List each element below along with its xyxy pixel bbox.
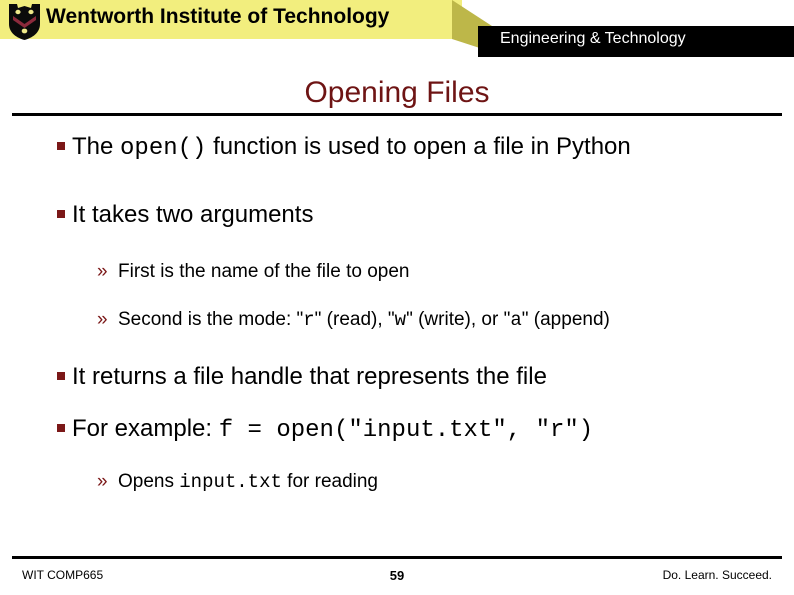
institution-name: Wentworth Institute of Technology (46, 5, 390, 28)
list-item: » First is the name of the file to open (0, 256, 794, 288)
slide-footer: WIT COMP665 59 Do. Learn. Succeed. (0, 566, 794, 590)
guillemet-bullet-icon: » (97, 261, 108, 282)
square-bullet-icon (57, 142, 65, 150)
footer-tagline: Do. Learn. Succeed. (662, 568, 772, 582)
list-item: It takes two arguments (0, 196, 794, 234)
list-item-text: The open() function is used to open a fi… (72, 133, 631, 162)
list-item-text: First is the name of the file to open (118, 261, 410, 282)
list-item: For example: f = open("input.txt", "r") (0, 410, 794, 450)
title-divider (12, 113, 782, 116)
footer-divider (12, 556, 782, 559)
list-item-text: For example: f = open("input.txt", "r") (72, 415, 594, 444)
wit-shield-logo-icon (9, 4, 40, 40)
list-item: It returns a file handle that represents… (0, 358, 794, 396)
square-bullet-icon (57, 372, 65, 380)
square-bullet-icon (57, 210, 65, 218)
slide-body: The open() function is used to open a fi… (0, 128, 794, 502)
list-item-text: It takes two arguments (72, 201, 314, 228)
list-item-text: It returns a file handle that represents… (72, 363, 547, 390)
list-item: » Second is the mode: "r" (read), "w" (w… (0, 304, 794, 336)
guillemet-bullet-icon: » (97, 471, 108, 492)
page-title: Opening Files (304, 76, 490, 109)
square-bullet-icon (57, 424, 65, 432)
list-item: The open() function is used to open a fi… (0, 128, 794, 168)
list-item-text: Second is the mode: "r" (read), "w" (wri… (118, 309, 610, 331)
list-item-text: Opens input.txt for reading (118, 471, 379, 493)
slide-header: Wentworth Institute of Technology Engine… (0, 0, 794, 60)
list-item: » Opens input.txt for reading (0, 466, 794, 498)
department-name: Engineering & Technology (500, 30, 686, 47)
guillemet-bullet-icon: » (97, 309, 108, 330)
